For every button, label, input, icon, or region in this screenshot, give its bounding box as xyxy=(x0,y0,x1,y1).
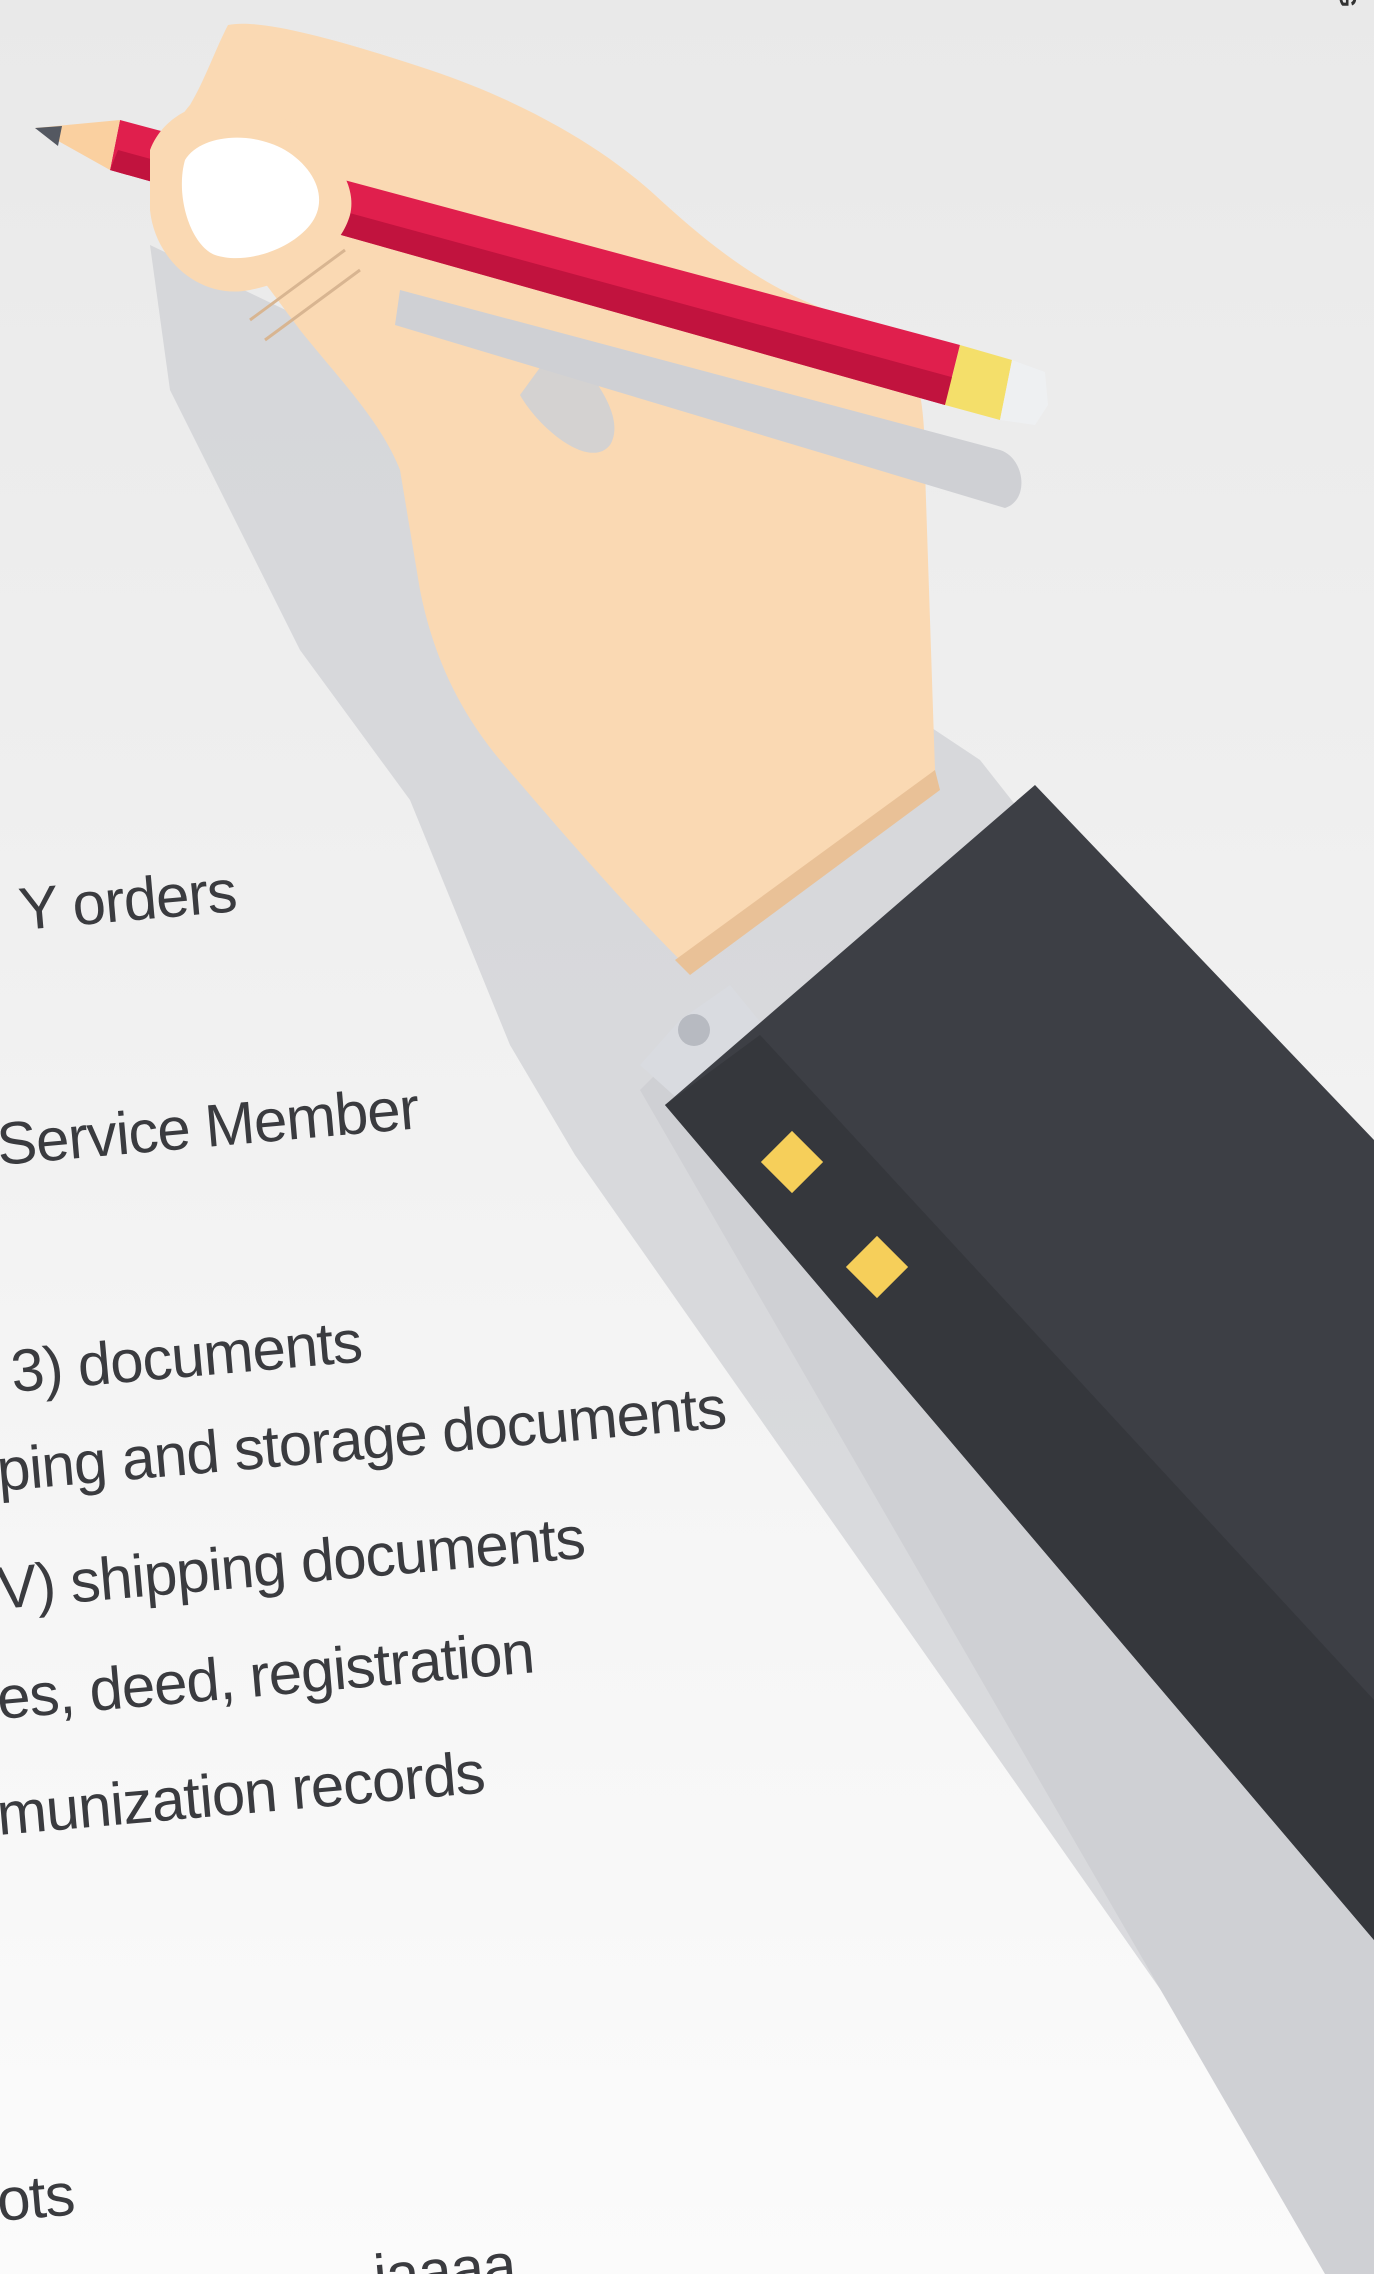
hand-writing-illustration xyxy=(35,23,1374,2274)
paper-background: Y orders Service Member 3) documents pin… xyxy=(0,0,1374,2274)
pencil-lead xyxy=(35,126,62,146)
cuff-button xyxy=(678,1014,710,1046)
